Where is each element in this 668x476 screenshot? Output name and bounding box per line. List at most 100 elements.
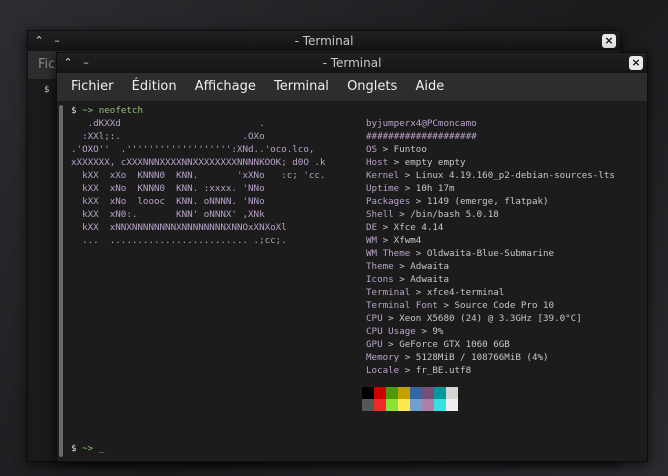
info-value: > Adwaita: [393, 274, 449, 285]
user-host: byjumperx4@PCmoncamo: [366, 118, 477, 129]
info-row: Memory > 5128MiB / 108766MiB (4%): [366, 351, 549, 364]
info-row: Theme > Adwaita: [366, 260, 449, 273]
info-value: > 1149 (emerge, flatpak): [410, 196, 549, 207]
info-value: > Xfwm4: [377, 235, 422, 246]
info-value: > Linux 4.19.160_p2-debian-sources-lts: [399, 170, 615, 181]
info-row: Shell > /bin/bash 5.0.18: [366, 208, 499, 221]
info-key: Locale: [366, 365, 400, 376]
info-value: > /bin/bash 5.0.18: [393, 209, 499, 220]
info-row: Locale > fr_BE.utf8: [366, 364, 471, 377]
back-window-titlebar[interactable]: ⌃ – - Terminal ×: [28, 31, 620, 51]
info-row: WM Theme > Oldwaita-Blue-Submarine: [366, 247, 554, 260]
color-swatch: [398, 387, 410, 399]
minimize-icon[interactable]: –: [50, 34, 64, 48]
info-title: byjumperx4@PCmoncamo: [366, 117, 477, 130]
back-window-title: - Terminal: [294, 34, 354, 48]
color-swatch: [446, 387, 458, 399]
command-line: $ ~> neofetch: [71, 104, 143, 117]
color-swatch: [422, 387, 434, 399]
color-swatch: [386, 387, 398, 399]
color-swatch: [410, 399, 422, 411]
menu-onglets[interactable]: Onglets: [347, 79, 397, 94]
info-key: Shell: [366, 209, 394, 220]
back-prompt: $: [44, 85, 50, 95]
final-prompt-text: ~> _: [82, 443, 105, 454]
info-key: Packages: [366, 196, 411, 207]
window-menu-icon[interactable]: ⌃: [32, 34, 46, 48]
color-swatch: [374, 387, 386, 399]
color-swatch: [410, 387, 422, 399]
color-swatch: [386, 399, 398, 411]
menu-affichage[interactable]: Affichage: [195, 79, 256, 94]
info-row: CPU Usage > 9%: [366, 325, 443, 338]
menu-edition[interactable]: Édition: [132, 79, 177, 94]
info-row: Terminal Font > Source Code Pro 10: [366, 299, 554, 312]
info-row: Kernel > Linux 4.19.160_p2-debian-source…: [366, 169, 615, 182]
info-row: OS > Funtoo: [366, 143, 427, 156]
scrollbar[interactable]: [57, 101, 67, 461]
color-swatch: [434, 387, 446, 399]
logo-line: :XXl;:. .OXo: [71, 131, 265, 142]
info-key: WM Theme: [366, 248, 411, 259]
info-key: Terminal Font: [366, 300, 438, 311]
color-swatch: [398, 399, 410, 411]
color-swatch: [422, 399, 434, 411]
color-swatch: [362, 399, 374, 411]
info-value: > Funtoo: [377, 144, 427, 155]
final-prompt-symbol: $: [71, 443, 77, 454]
info-key: Memory: [366, 352, 400, 363]
info-key: GPU: [366, 339, 383, 350]
info-key: Host: [366, 157, 389, 168]
terminal-area[interactable]: $ ~> neofetch .dKXXd . :XXl;:. .OXo .'OXO…: [57, 101, 647, 461]
back-close-icon[interactable]: ×: [602, 34, 616, 48]
menu-terminal[interactable]: Terminal: [274, 79, 329, 94]
info-value: > 5128MiB / 108766MiB (4%): [399, 352, 549, 363]
logo-line: .dKXXd .: [71, 118, 265, 129]
front-window-titlebar[interactable]: ⌃ – - Terminal ×: [57, 53, 647, 73]
info-key: Theme: [366, 261, 394, 272]
info-value: > Adwaita: [393, 261, 449, 272]
info-key: Kernel: [366, 170, 400, 181]
command-text: neofetch: [98, 105, 143, 116]
color-swatch: [434, 399, 446, 411]
info-value: > xfce4-terminal: [410, 287, 505, 298]
color-swatch: [362, 387, 374, 399]
info-value: > Oldwaita-Blue-Submarine: [410, 248, 555, 259]
back-menu-partial[interactable]: Fic: [38, 57, 55, 72]
swatch-row: [362, 387, 458, 399]
info-key: CPU Usage: [366, 326, 416, 337]
info-value: > 9%: [415, 326, 444, 337]
info-value: > Source Code Pro 10: [437, 300, 555, 311]
info-key: Terminal: [366, 287, 411, 298]
info-row: CPU > Xeon X5680 (24) @ 3.3GHz [39.0°C]: [366, 312, 582, 325]
info-key: CPU: [366, 313, 383, 324]
window-menu-icon[interactable]: ⌃: [61, 56, 75, 70]
minimize-icon[interactable]: –: [79, 56, 93, 70]
info-row: DE > Xfce 4.14: [366, 221, 443, 234]
menu-aide[interactable]: Aide: [415, 79, 444, 94]
final-prompt-line: $ ~> _: [71, 442, 104, 455]
logo-line: kXX xN0:. KNN' oNNNX' ,XNk: [71, 209, 265, 220]
scrollbar-thumb[interactable]: [59, 105, 63, 457]
info-row: Icons > Adwaita: [366, 273, 449, 286]
info-value: > 10h 17m: [399, 183, 455, 194]
color-swatch: [374, 399, 386, 411]
front-terminal-window[interactable]: ⌃ – - Terminal × Fichier Édition Afficha…: [56, 52, 648, 462]
info-key: Uptime: [366, 183, 400, 194]
menubar: Fichier Édition Affichage Terminal Ongle…: [57, 73, 647, 101]
menu-fichier[interactable]: Fichier: [71, 79, 114, 94]
logo-line: kXX xNo KNNN0 KNN. :xxxx. 'NNo: [71, 183, 265, 194]
logo-line: .'OXO'' .''''''''''''''''''':XNd..'oco.l…: [71, 144, 315, 155]
info-separator: ####################: [366, 130, 477, 143]
prompt-arrow: ~>: [82, 105, 94, 116]
info-value: > fr_BE.utf8: [399, 365, 472, 376]
info-row: Uptime > 10h 17m: [366, 182, 455, 195]
info-value: > Xeon X5680 (24) @ 3.3GHz [39.0°C]: [382, 313, 582, 324]
logo-line: ... ......................... .;cc;.: [71, 235, 287, 246]
info-value: > empty empty: [388, 157, 466, 168]
front-window-title: - Terminal: [322, 56, 382, 70]
logo-line: kXX xXo KNNN0 KNN. 'xXNo :c; 'cc.: [71, 170, 326, 181]
logo-line: kXX xNNXNNNNNNNNXNNNNNNNNXNNOxXNXoXl: [71, 222, 287, 233]
front-close-icon[interactable]: ×: [629, 56, 643, 70]
info-key: WM: [366, 235, 378, 246]
